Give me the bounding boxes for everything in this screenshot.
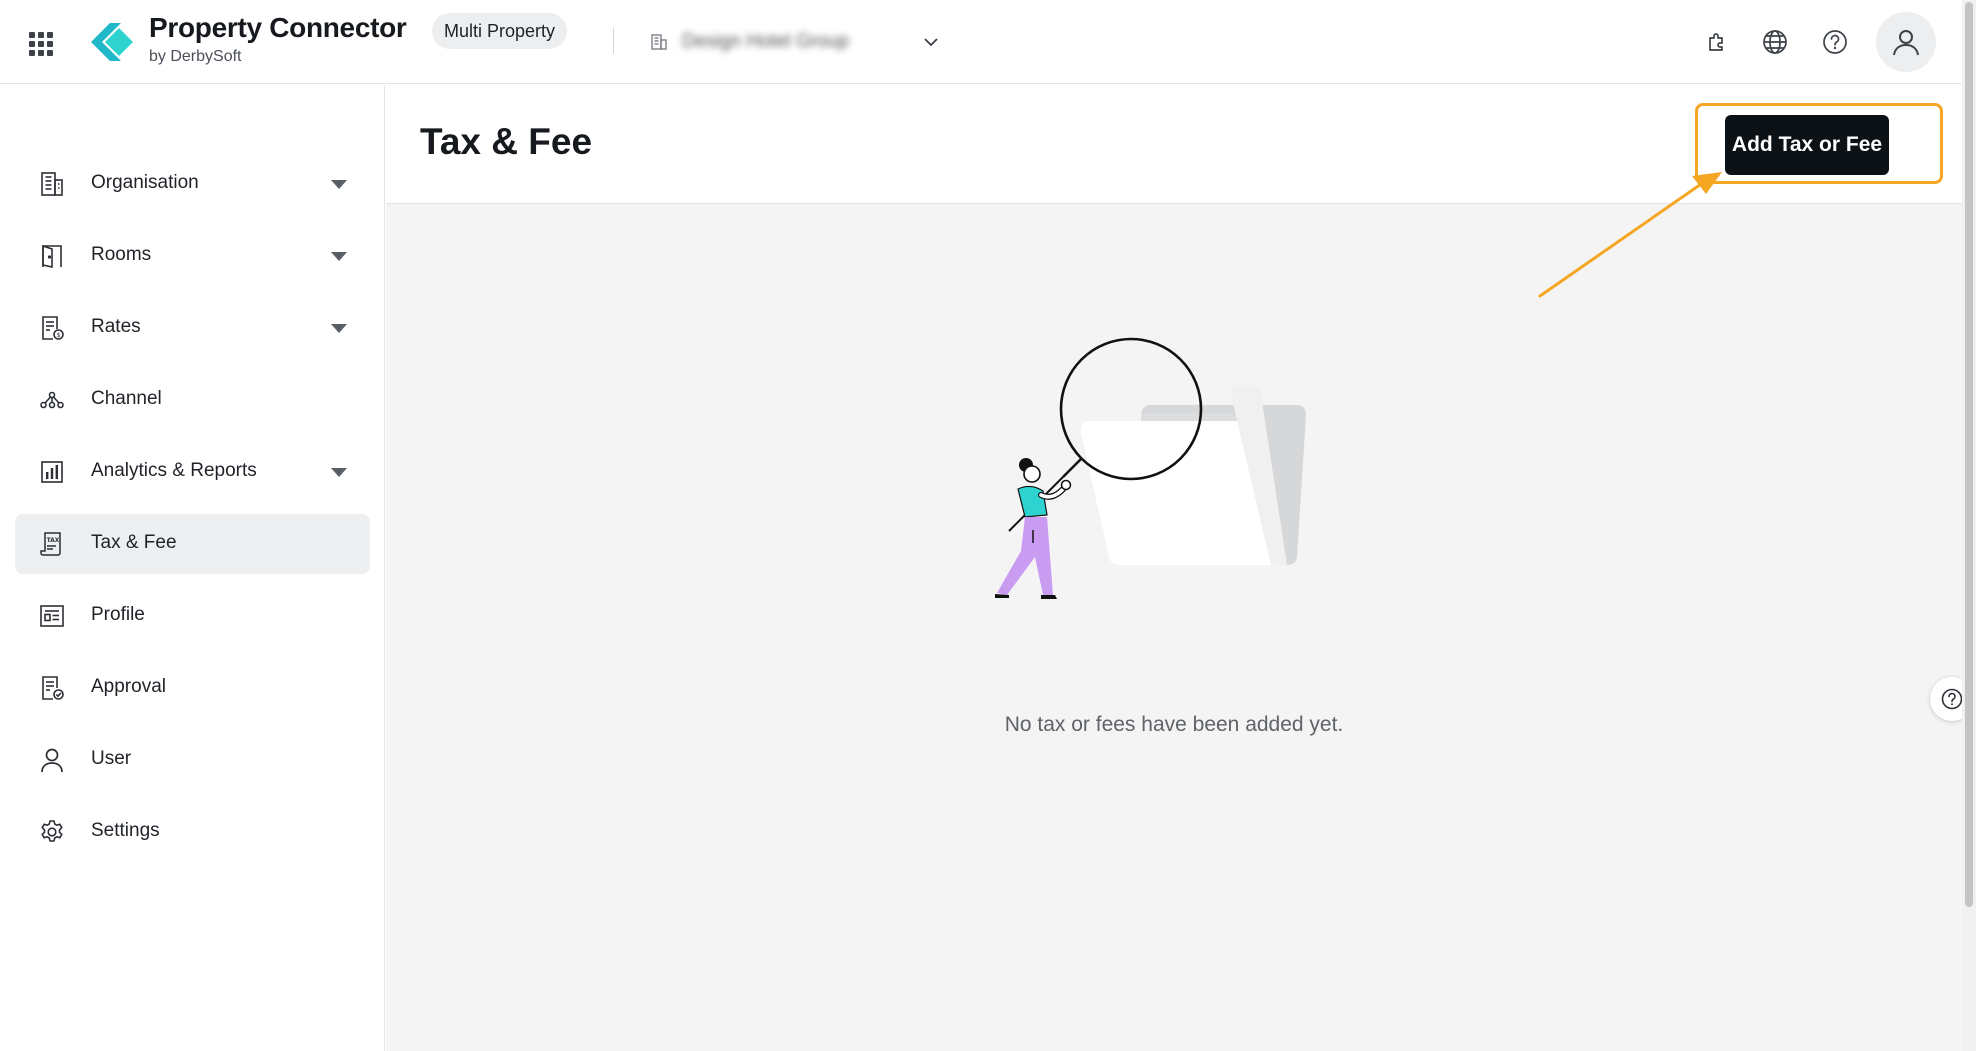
brand-title: Property Connector [149,12,407,43]
sidebar-item-label: Settings [91,820,160,841]
sidebar-item-channel[interactable]: Channel [15,370,370,430]
help-icon[interactable] [1821,28,1849,56]
empty-state-illustration [995,337,1306,599]
scrollbar-thumb[interactable] [1965,2,1973,907]
caret-down-icon [331,324,347,333]
sidebar-item-label: Organisation [91,172,199,193]
empty-state-message: No tax or fees have been added yet. [1004,713,1344,736]
sidebar-item-profile[interactable]: Profile [15,586,370,646]
logo-icon [91,23,133,61]
help-icon [1941,688,1963,710]
user-avatar[interactable] [1876,12,1936,72]
user-icon [41,748,63,773]
top-header: Property Connector by DerbySoft Multi Pr… [0,0,1962,84]
caret-down-icon [331,468,347,477]
page-scrollbar[interactable] [1962,0,1976,1051]
header-divider [613,28,614,54]
sidebar-item-label: Approval [91,676,166,697]
sidebar-item-tax-fee[interactable]: TAX Tax & Fee [15,514,370,574]
sidebar-item-rooms[interactable]: Rooms [15,226,370,286]
chart-icon [41,461,63,483]
mode-badge[interactable]: Multi Property [432,13,568,49]
sidebar-item-user[interactable]: User [15,730,370,790]
approval-icon [42,676,64,700]
puzzle-icon[interactable] [1702,28,1730,56]
page-title: Tax & Fee [420,121,593,162]
rate-doc-icon: $ [42,316,64,340]
chevron-down-icon [924,38,938,47]
sidebar: Organisation Rooms $ Rates Channel Analy… [0,85,385,1051]
sidebar-item-analytics-reports[interactable]: Analytics & Reports [15,442,370,502]
gear-icon [41,820,63,842]
caret-down-icon [331,180,347,189]
org-selector[interactable]: Design Hotel Group [650,26,940,58]
sidebar-item-label: Analytics & Reports [91,460,257,481]
svg-text:$: $ [57,331,61,339]
sidebar-item-label: Rooms [91,244,152,265]
add-tax-fee-button[interactable]: Add Tax or Fee [1725,115,1889,175]
sidebar-item-label: Rates [91,316,141,337]
sidebar-nav: Organisation Rooms $ Rates Channel Analy… [15,154,370,874]
sidebar-item-rates[interactable]: $ Rates [15,298,370,358]
user-icon [1893,30,1919,56]
building-icon [651,34,667,50]
tax-icon: TAX [40,532,61,556]
building-icon [41,172,63,196]
org-name: Design Hotel Group [682,31,849,52]
globe-icon[interactable] [1761,28,1789,56]
svg-text:TAX: TAX [47,538,60,544]
brand-subtitle: by DerbySoft [149,48,242,65]
caret-down-icon [331,252,347,261]
main-content: Tax & Fee Add Tax or Fee No tax or fees … [386,85,1974,1051]
sidebar-item-organisation[interactable]: Organisation [15,154,370,214]
sidebar-item-label: Channel [91,388,162,409]
apps-grid-icon[interactable] [28,31,54,57]
channel-icon [40,391,64,409]
sidebar-item-label: Tax & Fee [91,532,177,553]
sidebar-item-settings[interactable]: Settings [15,802,370,862]
profile-card-icon [40,605,64,627]
sidebar-item-label: Profile [91,604,145,625]
sidebar-item-label: User [91,748,132,769]
annotation-arrow-icon [1538,172,1722,298]
sidebar-item-approval[interactable]: Approval [15,658,370,718]
door-icon [42,244,62,268]
